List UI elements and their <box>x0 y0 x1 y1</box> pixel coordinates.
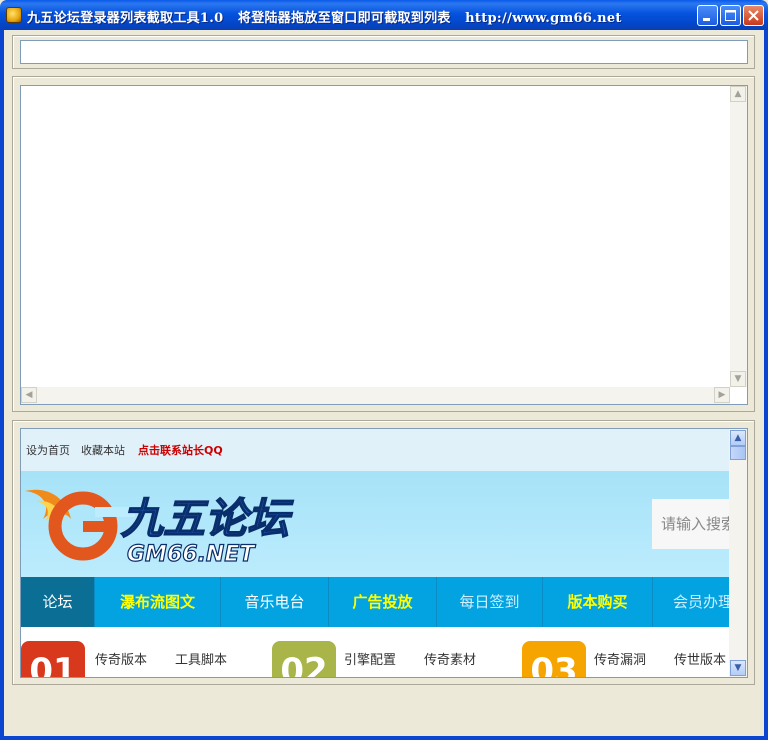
close-icon <box>748 10 759 21</box>
category-link[interactable]: 引擎配置 <box>344 649 396 668</box>
window-frame-bottom <box>0 736 768 740</box>
category-block: 03 传奇漏洞 传世版本 <box>522 641 729 677</box>
site-logo[interactable]: 九五论坛 GM66.NET <box>21 471 321 577</box>
category-link[interactable]: 传世版本 <box>674 649 726 668</box>
app-icon[interactable] <box>6 7 22 23</box>
minimize-icon <box>703 18 710 21</box>
close-button[interactable] <box>743 5 764 26</box>
nav-item-forum[interactable]: 论坛 <box>21 577 95 627</box>
scroll-right-icon[interactable]: ▶ <box>714 387 730 403</box>
embedded-browser[interactable]: 设为首页 收藏本站 点击联系站长QQ 九五论坛 GM66.NET 请输入搜索 论… <box>20 428 748 678</box>
bookmark-link[interactable]: 收藏本站 <box>81 442 125 458</box>
nav-item-ads[interactable]: 广告投放 <box>329 577 437 627</box>
list-horizontal-scrollbar[interactable]: ◀ ▶ <box>21 387 730 404</box>
category-link[interactable]: 工具脚本 <box>175 649 227 668</box>
category-link[interactable]: 传奇漏洞 <box>594 649 646 668</box>
browser-scroll-up-icon[interactable]: ▲ <box>730 430 746 446</box>
category-link[interactable]: 传奇版本 <box>95 649 147 668</box>
scroll-up-icon[interactable]: ▲ <box>730 86 746 102</box>
site-search-input[interactable]: 请输入搜索 <box>652 499 729 549</box>
site-banner: 九五论坛 GM66.NET 请输入搜索 <box>21 471 729 577</box>
nav-item-waterfall[interactable]: 瀑布流图文 <box>95 577 221 627</box>
category-block: 01 传奇版本 工具脚本 <box>21 641 261 677</box>
title-bar[interactable]: 九五论坛登录器列表截取工具1.0 将登陆器拖放至窗口即可截取到列表 http:/… <box>0 0 768 30</box>
logo-domain: GM66.NET <box>127 542 256 567</box>
url-input[interactable] <box>20 40 748 64</box>
site-nav-bar: 论坛 瀑布流图文 音乐电台 广告投放 每日签到 版本购买 会员办理 <box>21 577 733 627</box>
logo-title: 九五论坛 <box>121 494 294 543</box>
minimize-button[interactable] <box>697 5 718 26</box>
window-frame-right <box>764 30 768 740</box>
nav-item-checkin[interactable]: 每日签到 <box>437 577 543 627</box>
site-top-bar: 设为首页 收藏本站 点击联系站长QQ <box>21 429 729 471</box>
browser-scroll-thumb[interactable] <box>730 446 746 460</box>
nav-item-buy-version[interactable]: 版本购买 <box>543 577 653 627</box>
set-homepage-link[interactable]: 设为首页 <box>26 442 70 458</box>
maximize-icon <box>725 10 736 21</box>
browser-scroll-down-icon[interactable]: ▼ <box>730 660 746 676</box>
contact-admin-link[interactable]: 点击联系站长QQ <box>138 442 223 458</box>
category-badge: 01 <box>21 641 85 677</box>
scroll-down-icon[interactable]: ▼ <box>730 371 746 387</box>
server-list-box[interactable]: ▲ ▼ ◀ ▶ <box>20 85 748 405</box>
category-link[interactable]: 传奇素材 <box>424 649 476 668</box>
scroll-left-icon[interactable]: ◀ <box>21 387 37 403</box>
category-badge: 02 <box>272 641 336 677</box>
window-title: 九五论坛登录器列表截取工具1.0 将登陆器拖放至窗口即可截取到列表 http:/… <box>27 11 622 26</box>
category-badge: 03 <box>522 641 586 677</box>
nav-item-music-radio[interactable]: 音乐电台 <box>221 577 329 627</box>
list-vertical-scrollbar[interactable]: ▲ ▼ <box>730 86 747 387</box>
category-block: 02 引擎配置 传奇素材 <box>272 641 512 677</box>
browser-vertical-scrollbar[interactable]: ▲ ▼ <box>729 429 747 677</box>
window-frame-left <box>0 30 4 740</box>
maximize-button[interactable] <box>720 5 741 26</box>
